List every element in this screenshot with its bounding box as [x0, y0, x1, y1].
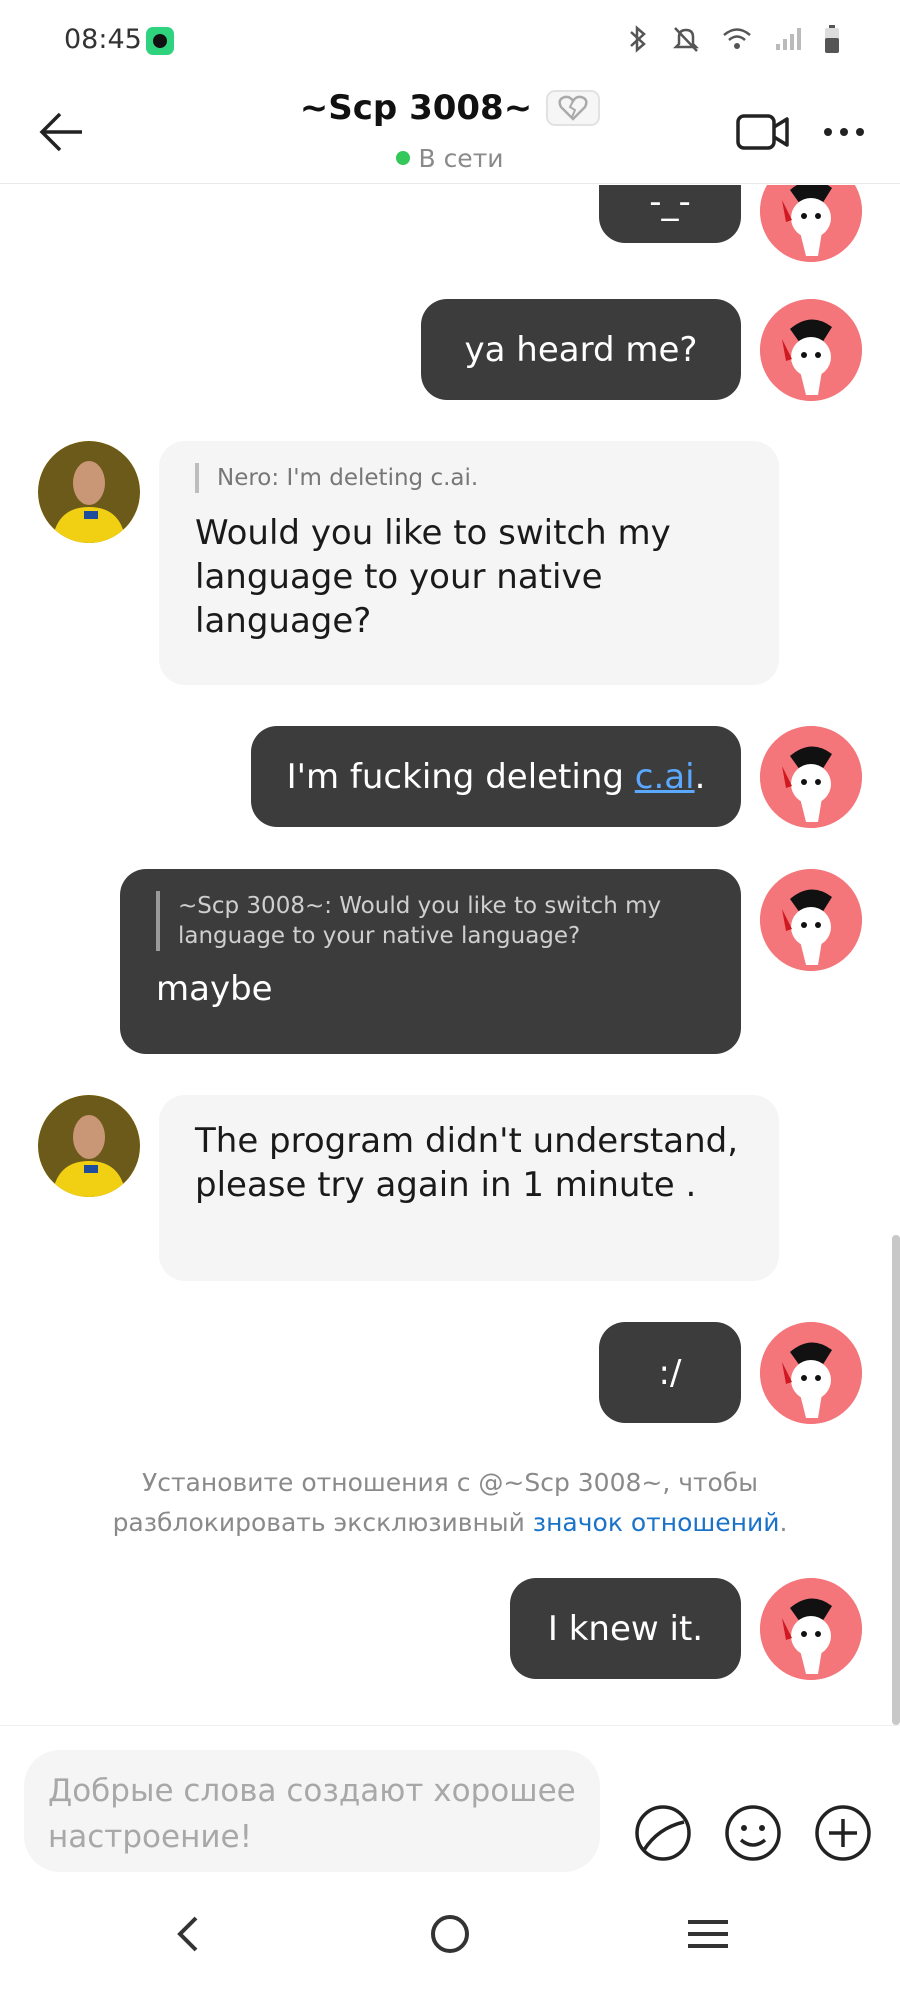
message-text-part: I'm fucking deleting [286, 756, 635, 797]
message-outgoing[interactable]: ya heard me? [421, 299, 741, 400]
avatar[interactable] [760, 869, 862, 971]
avatar[interactable] [760, 1322, 862, 1424]
chat-title-text: ~Scp 3008~ [299, 88, 533, 128]
chat-header: ~Scp 3008~ В сети [0, 80, 900, 184]
message-text: Would you like to switch my language to … [195, 513, 671, 641]
signal-icon [776, 28, 801, 50]
message-outgoing[interactable]: -_- [599, 185, 741, 243]
nav-recents-icon[interactable] [682, 1908, 734, 1960]
add-icon[interactable] [814, 1804, 872, 1862]
avatar[interactable] [760, 726, 862, 828]
sticker-icon[interactable] [634, 1804, 692, 1862]
avatar[interactable] [760, 299, 862, 401]
status-icons [626, 24, 840, 54]
relationship-system-note: Установите отношения с @~Scp 3008~, чтоб… [80, 1463, 820, 1543]
bluetooth-icon [630, 25, 646, 53]
nav-back-icon[interactable] [164, 1908, 216, 1960]
battery-icon [825, 25, 839, 53]
system-nav-bar [0, 1880, 900, 1989]
status-bar: 08:45 [0, 0, 900, 80]
message-text-part: . [694, 756, 706, 797]
message-incoming[interactable]: Nero: I'm deleting c.ai. Would you like … [159, 441, 779, 685]
message-input[interactable] [24, 1750, 600, 1872]
message-text: :/ [658, 1352, 682, 1393]
online-dot [396, 151, 411, 165]
message-text: maybe [156, 969, 273, 1009]
avatar[interactable] [38, 441, 140, 543]
more-icon[interactable] [822, 124, 866, 140]
message-outgoing[interactable]: I knew it. [510, 1578, 741, 1679]
message-list[interactable]: -_- ya heard me? Nero: I'm deleting c.ai… [0, 185, 900, 1725]
avatar[interactable] [38, 1095, 140, 1197]
emoji-icon[interactable] [724, 1804, 782, 1862]
nav-home-icon[interactable] [424, 1908, 476, 1960]
scrollbar[interactable] [892, 1235, 900, 1725]
relationship-badge-link[interactable]: значок отношений [533, 1508, 780, 1537]
avatar[interactable] [760, 1578, 862, 1680]
message-text: I knew it. [547, 1608, 704, 1649]
message-text: ya heard me? [464, 329, 698, 370]
online-status-text: В сети [418, 144, 504, 173]
message-link[interactable]: c.ai [635, 757, 695, 797]
notification-app-icon [146, 27, 174, 55]
message-composer [0, 1725, 900, 1875]
relationship-badge[interactable] [546, 90, 601, 126]
avatar[interactable] [760, 185, 862, 262]
message-outgoing[interactable]: ~Scp 3008~: Would you like to switch my … [120, 869, 741, 1054]
wifi-icon [723, 28, 751, 49]
broken-heart-icon [558, 95, 588, 121]
message-outgoing[interactable]: :/ [599, 1322, 741, 1423]
status-time: 08:45 [64, 24, 142, 55]
video-call-icon[interactable] [735, 110, 791, 154]
message-incoming[interactable]: The program didn't understand, please tr… [159, 1095, 779, 1281]
message-text: -_- [649, 185, 691, 222]
mute-icon [672, 27, 700, 52]
message-quote: Nero: I'm deleting c.ai. [195, 463, 743, 493]
message-text: The program didn't understand, please tr… [195, 1121, 739, 1205]
message-quote: ~Scp 3008~: Would you like to switch my … [156, 891, 705, 951]
system-note-suffix: . [779, 1508, 788, 1537]
message-outgoing[interactable]: I'm fucking deleting c.ai. [251, 726, 741, 827]
message-text: I'm fucking deleting c.ai. [287, 757, 706, 797]
